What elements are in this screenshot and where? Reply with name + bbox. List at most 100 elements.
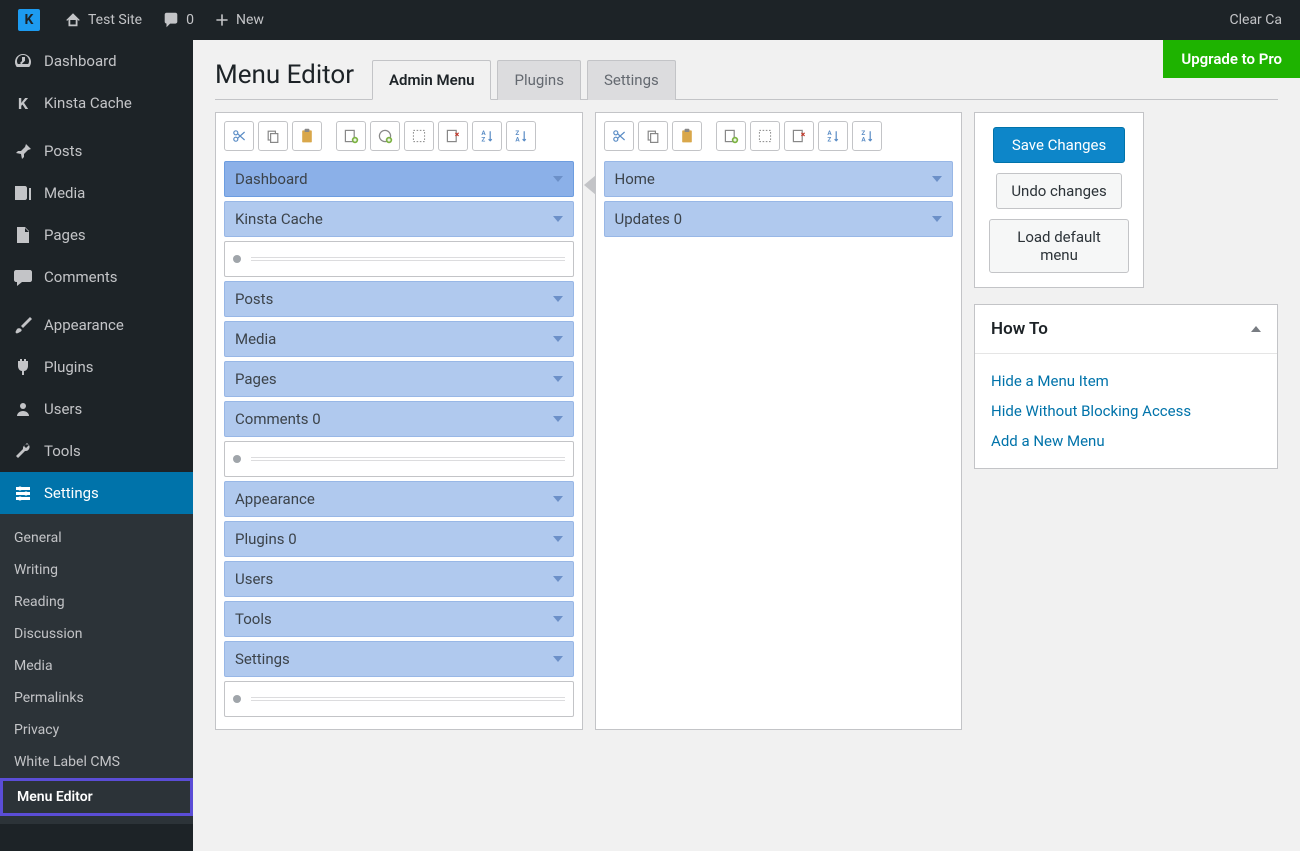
save-button[interactable]: Save Changes <box>993 127 1125 163</box>
menu-item-row[interactable]: Plugins 0 <box>224 521 574 557</box>
menu-item-row[interactable]: Appearance <box>224 481 574 517</box>
plugin-icon <box>12 356 34 378</box>
submenu-whitelabel[interactable]: White Label CMS <box>0 746 193 778</box>
menu-item-row[interactable]: Comments 0 <box>224 401 574 437</box>
new-separator-button[interactable] <box>370 121 400 151</box>
sidebar-label: Plugins <box>44 358 93 376</box>
menu-item-label: Pages <box>235 370 277 388</box>
submenu-permalinks[interactable]: Permalinks <box>0 682 193 714</box>
sidebar-item-appearance[interactable]: Appearance <box>0 304 193 346</box>
load-default-button[interactable]: Load default menu <box>989 219 1129 273</box>
menu-item-label: Comments 0 <box>235 410 321 428</box>
kinsta-logo[interactable]: K <box>8 0 54 40</box>
collapse-icon[interactable] <box>1251 326 1261 332</box>
menu-item-label: Posts <box>235 290 273 308</box>
submenu-discussion[interactable]: Discussion <box>0 618 193 650</box>
new-item-button[interactable] <box>716 121 746 151</box>
show-hide-button[interactable] <box>404 121 434 151</box>
sidebar-item-tools[interactable]: Tools <box>0 430 193 472</box>
comments-link[interactable]: 0 <box>152 0 204 40</box>
sidebar-item-media[interactable]: Media <box>0 172 193 214</box>
undo-button[interactable]: Undo changes <box>996 173 1121 209</box>
page-title: Menu Editor <box>215 60 354 100</box>
submenu-item-row[interactable]: Updates 0 <box>604 201 954 237</box>
copy-button[interactable] <box>258 121 288 151</box>
chevron-down-icon[interactable] <box>932 176 942 182</box>
sidebar-item-dashboard[interactable]: Dashboard <box>0 40 193 82</box>
page-icon <box>12 224 34 246</box>
chevron-down-icon[interactable] <box>553 376 563 382</box>
submenu-item-row[interactable]: Home <box>604 161 954 197</box>
menu-separator[interactable] <box>224 441 574 477</box>
cut-button[interactable] <box>604 121 634 151</box>
menu-separator[interactable] <box>224 681 574 717</box>
chevron-down-icon[interactable] <box>553 616 563 622</box>
chevron-down-icon[interactable] <box>553 176 563 182</box>
chevron-down-icon[interactable] <box>932 216 942 222</box>
howto-link[interactable]: Hide Without Blocking Access <box>991 396 1261 426</box>
delete-button[interactable] <box>784 121 814 151</box>
show-hide-button[interactable] <box>750 121 780 151</box>
menu-item-row[interactable]: Dashboard <box>224 161 574 197</box>
grip-icon <box>233 455 241 463</box>
clear-cache-link[interactable]: Clear Ca <box>1220 12 1293 28</box>
submenu-menueditor[interactable]: Menu Editor <box>0 778 193 816</box>
tabs: Admin Menu Plugins Settings <box>372 60 682 100</box>
sort-desc-button[interactable]: ZA <box>506 121 536 151</box>
tab-plugins[interactable]: Plugins <box>497 60 580 100</box>
chevron-down-icon[interactable] <box>553 496 563 502</box>
menu-separator[interactable] <box>224 241 574 277</box>
menu-item-label: Media <box>235 330 276 348</box>
menu-item-row[interactable]: Posts <box>224 281 574 317</box>
svg-text:A: A <box>861 136 866 144</box>
new-content-link[interactable]: New <box>204 0 274 40</box>
chevron-down-icon[interactable] <box>553 416 563 422</box>
paste-button[interactable] <box>292 121 322 151</box>
sidebar-item-plugins[interactable]: Plugins <box>0 346 193 388</box>
tab-admin-menu[interactable]: Admin Menu <box>372 60 491 100</box>
new-menu-button[interactable] <box>336 121 366 151</box>
chevron-down-icon[interactable] <box>553 536 563 542</box>
paste-button[interactable] <box>672 121 702 151</box>
copy-button[interactable] <box>638 121 668 151</box>
chevron-down-icon[interactable] <box>553 656 563 662</box>
tab-settings[interactable]: Settings <box>587 60 676 100</box>
sidebar-label: Pages <box>44 226 86 244</box>
menu-item-row[interactable]: Tools <box>224 601 574 637</box>
submenu-general[interactable]: General <box>0 522 193 554</box>
menu-item-row[interactable]: Media <box>224 321 574 357</box>
site-home-link[interactable]: Test Site <box>54 0 152 40</box>
menu-item-row[interactable]: Pages <box>224 361 574 397</box>
menu-item-label: Plugins 0 <box>235 530 297 548</box>
submenu-media[interactable]: Media <box>0 650 193 682</box>
sidebar-item-pages[interactable]: Pages <box>0 214 193 256</box>
sidebar-item-settings[interactable]: Settings <box>0 472 193 514</box>
chevron-down-icon[interactable] <box>553 216 563 222</box>
chevron-down-icon[interactable] <box>553 336 563 342</box>
sort-asc-button[interactable]: AZ <box>818 121 848 151</box>
submenu-reading[interactable]: Reading <box>0 586 193 618</box>
main-menu-panel: AZ ZA Dashboard Kinsta Cache Posts Media Pag… <box>215 112 583 730</box>
menu-item-row[interactable]: Settings <box>224 641 574 677</box>
menu-item-row[interactable]: Kinsta Cache <box>224 201 574 237</box>
sort-asc-button[interactable]: AZ <box>472 121 502 151</box>
users-icon <box>12 398 34 420</box>
chevron-down-icon[interactable] <box>553 296 563 302</box>
sidebar-item-posts[interactable]: Posts <box>0 130 193 172</box>
sort-desc-button[interactable]: ZA <box>852 121 882 151</box>
howto-link[interactable]: Hide a Menu Item <box>991 366 1261 396</box>
submenu-privacy[interactable]: Privacy <box>0 714 193 746</box>
content-area: Upgrade to Pro Menu Editor Admin Menu Pl… <box>193 40 1300 851</box>
submenu-writing[interactable]: Writing <box>0 554 193 586</box>
chevron-down-icon[interactable] <box>553 576 563 582</box>
upgrade-button[interactable]: Upgrade to Pro <box>1163 40 1300 78</box>
howto-link[interactable]: Add a New Menu <box>991 426 1261 456</box>
submenu-item-label: Home <box>615 170 655 188</box>
sidebar-item-users[interactable]: Users <box>0 388 193 430</box>
sidebar-item-kinsta[interactable]: K Kinsta Cache <box>0 82 193 124</box>
delete-button[interactable] <box>438 121 468 151</box>
site-name: Test Site <box>88 12 142 28</box>
menu-item-row[interactable]: Users <box>224 561 574 597</box>
sidebar-item-comments[interactable]: Comments <box>0 256 193 298</box>
cut-button[interactable] <box>224 121 254 151</box>
